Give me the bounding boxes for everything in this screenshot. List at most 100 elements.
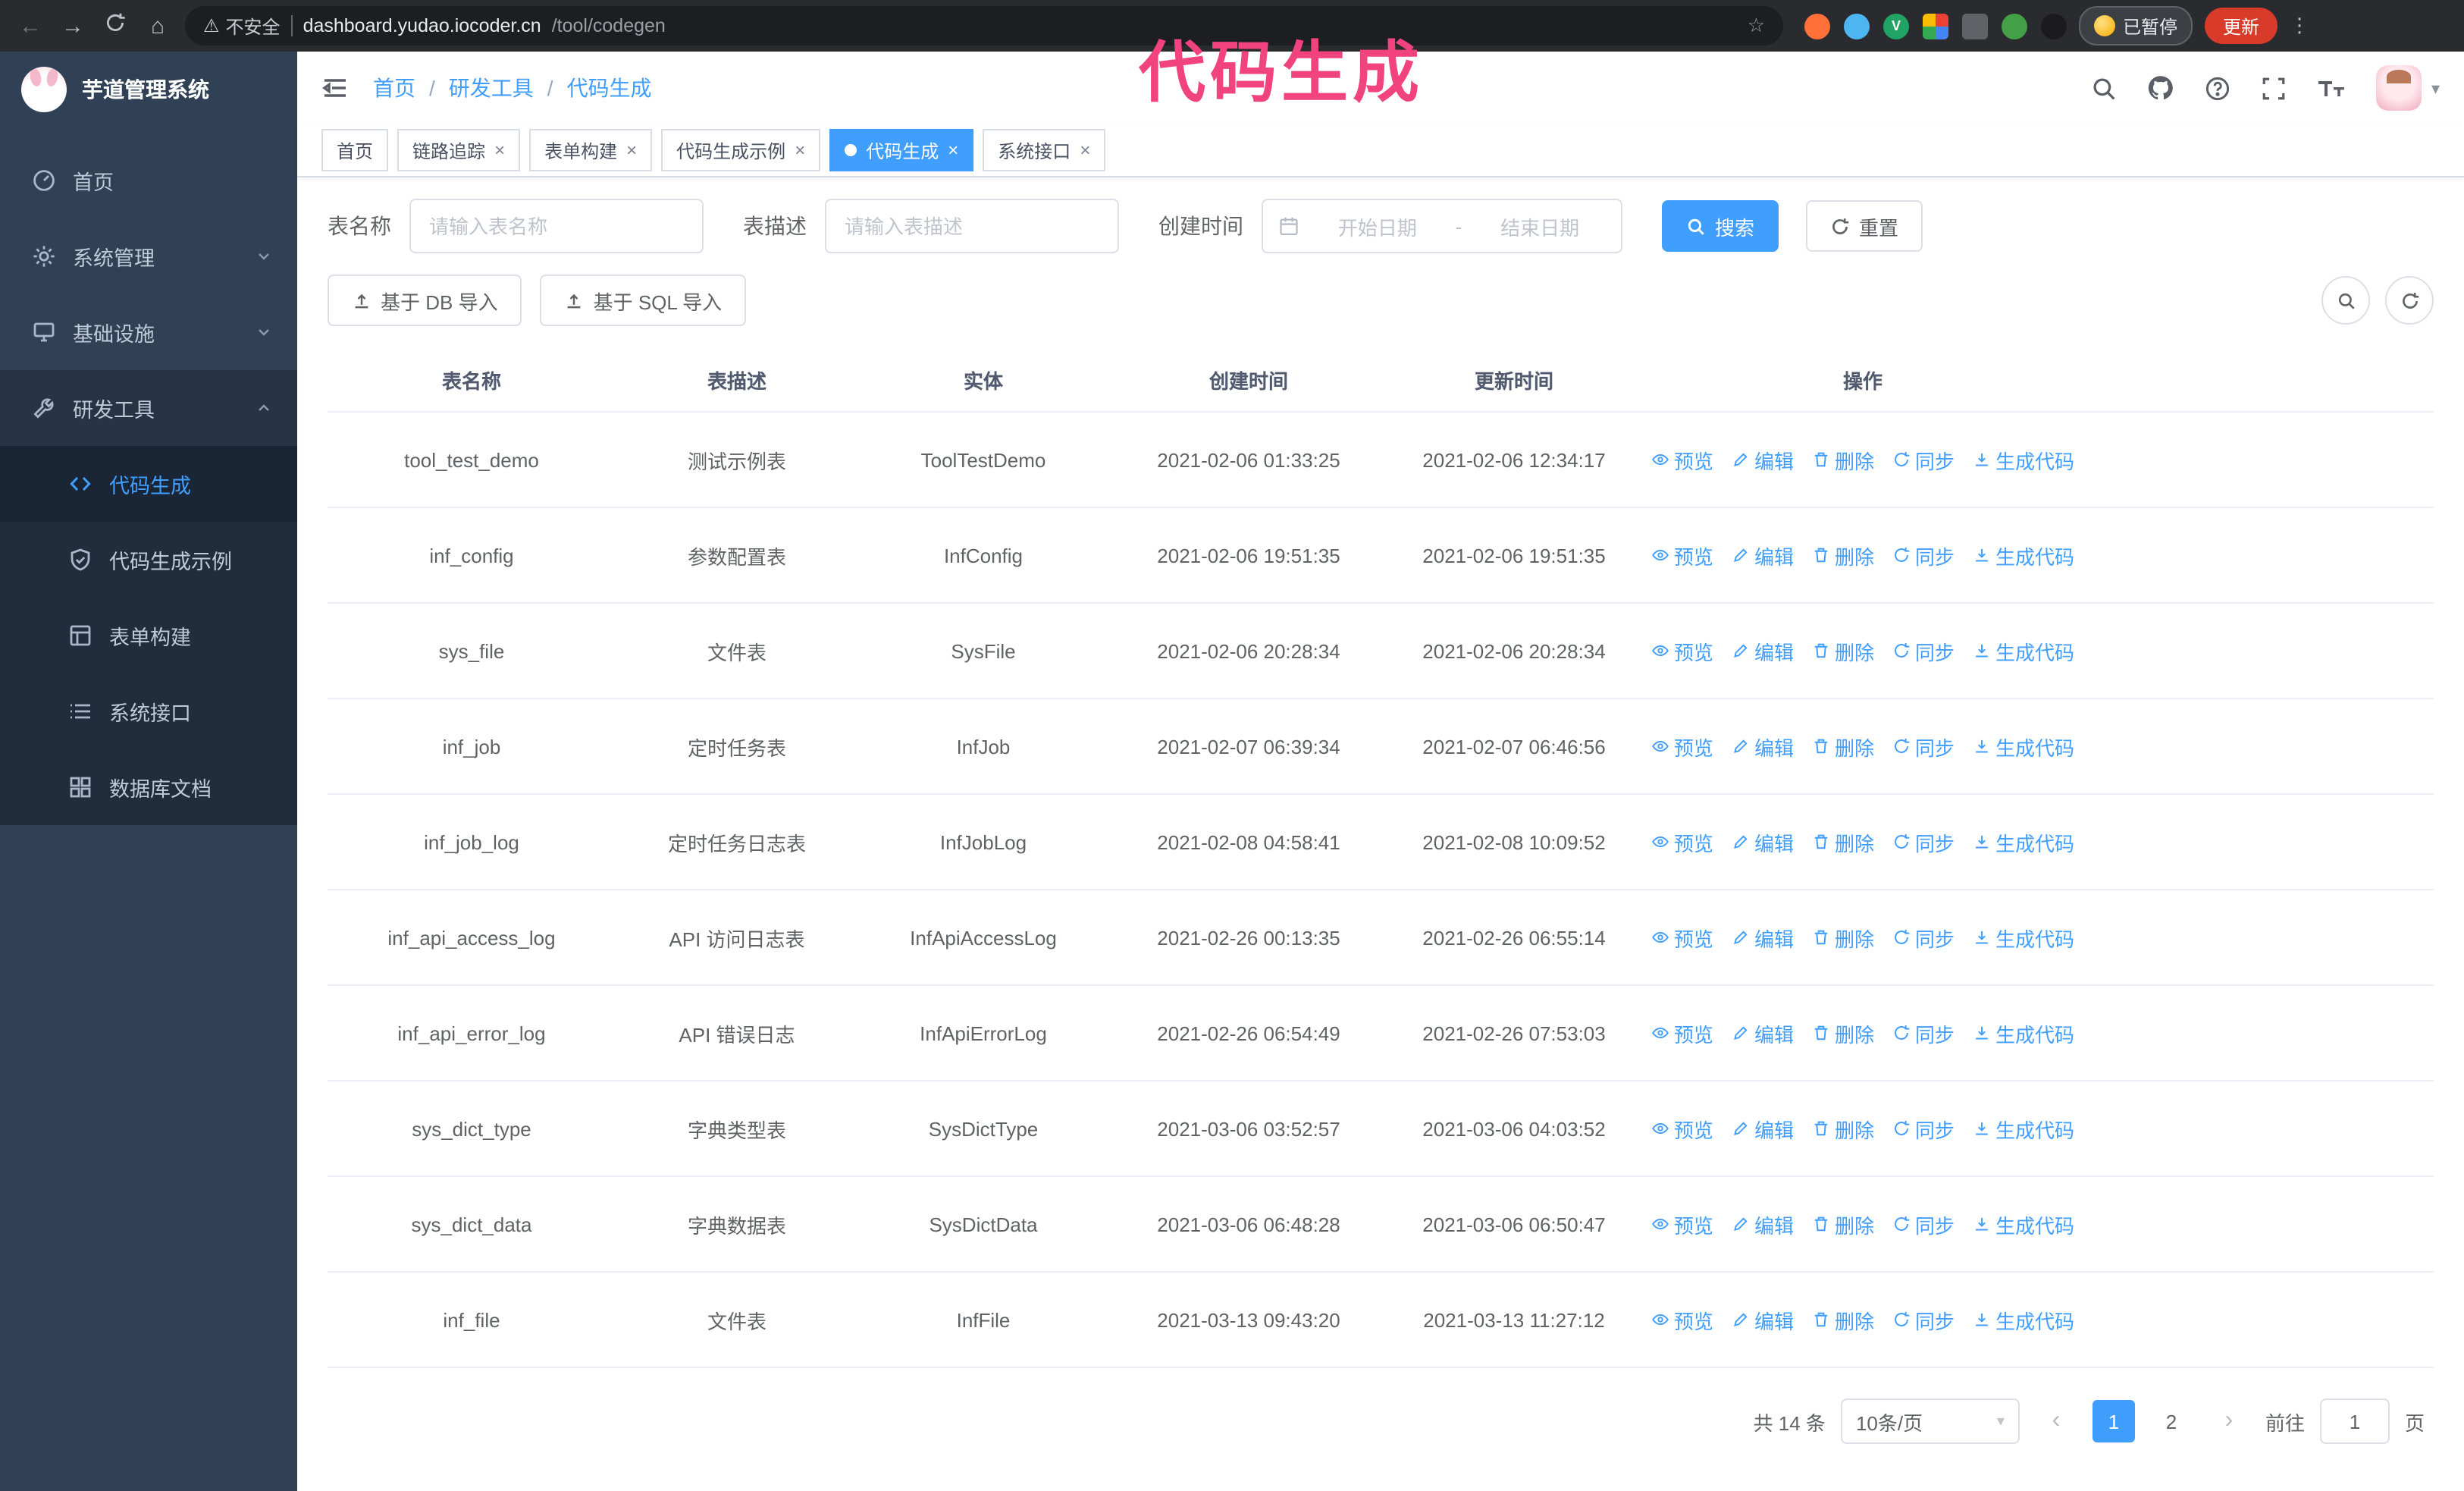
page-size-select[interactable]: 10条/页 ▾ [1840,1398,2020,1444]
delete-link[interactable]: 删除 [1812,732,1874,761]
edit-link[interactable]: 编辑 [1732,1019,1794,1047]
extension-icon[interactable] [1923,13,1948,39]
close-icon[interactable]: × [1080,141,1090,159]
help-icon[interactable] [2205,75,2231,101]
import-sql-button[interactable]: 基于 SQL 导入 [540,275,747,326]
generate-code-link[interactable]: 生成代码 [1973,827,2074,856]
tab-form-builder[interactable]: 表单构建 × [529,129,653,171]
sync-link[interactable]: 同步 [1892,636,1955,665]
import-db-button[interactable]: 基于 DB 导入 [328,275,522,326]
generate-code-link[interactable]: 生成代码 [1973,1019,2074,1047]
delete-link[interactable]: 删除 [1812,541,1874,570]
toggle-search-button[interactable] [2321,276,2370,325]
sync-link[interactable]: 同步 [1892,541,1955,570]
preview-link[interactable]: 预览 [1651,1210,1713,1238]
preview-link[interactable]: 预览 [1651,732,1713,761]
security-warning-icon[interactable]: ⚠ 不安全 [203,13,281,39]
delete-link[interactable]: 删除 [1812,1114,1874,1143]
sidebar-item-infrastructure[interactable]: 基础设施 [0,294,297,370]
create-time-range-picker[interactable]: 开始日期 - 结束日期 [1262,199,1622,253]
sync-link[interactable]: 同步 [1892,1305,1955,1334]
search-button[interactable]: 搜索 [1662,200,1779,252]
sync-link[interactable]: 同步 [1892,732,1955,761]
tab-codegen-example[interactable]: 代码生成示例 × [661,129,821,171]
edit-link[interactable]: 编辑 [1732,1210,1794,1238]
edit-link[interactable]: 编辑 [1732,923,1794,952]
edit-link[interactable]: 编辑 [1732,445,1794,474]
delete-link[interactable]: 删除 [1812,1305,1874,1334]
extension-icon[interactable] [1844,13,1870,39]
sidebar-item-codegen-example[interactable]: 代码生成示例 [0,522,297,598]
close-icon[interactable]: × [795,141,805,159]
sidebar-header[interactable]: 芋道管理系统 [0,52,297,127]
address-bar[interactable]: ⚠ 不安全 dashboard.yudao.iocoder.cn/tool/co… [185,6,1783,46]
preview-link[interactable]: 预览 [1651,541,1713,570]
sync-link[interactable]: 同步 [1892,1210,1955,1238]
profile-paused-chip[interactable]: 已暂停 [2079,6,2193,46]
generate-code-link[interactable]: 生成代码 [1973,1114,2074,1143]
sync-link[interactable]: 同步 [1892,445,1955,474]
sync-link[interactable]: 同步 [1892,923,1955,952]
sidebar-fold-icon[interactable] [321,74,349,102]
close-icon[interactable]: × [626,141,637,159]
github-icon[interactable] [2148,74,2175,102]
table-name-input[interactable] [409,199,704,253]
reset-button[interactable]: 重置 [1806,200,1923,252]
close-icon[interactable]: × [948,141,958,159]
edit-link[interactable]: 编辑 [1732,636,1794,665]
prev-page-button[interactable]: ‹ [2034,1400,2077,1442]
user-menu[interactable]: ▾ [2376,65,2440,111]
extension-icon[interactable] [2002,13,2027,39]
sidebar-item-home[interactable]: 首页 [0,143,297,218]
table-desc-input[interactable] [825,199,1119,253]
generate-code-link[interactable]: 生成代码 [1973,1210,2074,1238]
sidebar-item-system[interactable]: 系统管理 [0,218,297,294]
tab-system-api[interactable]: 系统接口 × [983,129,1106,171]
edit-link[interactable]: 编辑 [1732,732,1794,761]
preview-link[interactable]: 预览 [1651,1019,1713,1047]
breadcrumb-dev-tools[interactable]: 研发工具 [449,73,534,103]
back-icon[interactable]: ← [15,13,45,39]
edit-link[interactable]: 编辑 [1732,1114,1794,1143]
sync-link[interactable]: 同步 [1892,827,1955,856]
edit-link[interactable]: 编辑 [1732,541,1794,570]
next-page-button[interactable]: › [2207,1400,2250,1442]
browser-menu-icon[interactable]: ⋮ [2290,14,2309,38]
generate-code-link[interactable]: 生成代码 [1973,541,2074,570]
tab-codegen[interactable]: 代码生成 × [829,129,974,171]
extension-icon[interactable] [1962,13,1988,39]
home-icon[interactable]: ⌂ [143,13,173,39]
bookmark-star-icon[interactable]: ☆ [1748,14,1765,38]
preview-link[interactable]: 预览 [1651,827,1713,856]
delete-link[interactable]: 删除 [1812,445,1874,474]
forward-icon[interactable]: → [58,13,88,39]
preview-link[interactable]: 预览 [1651,923,1713,952]
preview-link[interactable]: 预览 [1651,1114,1713,1143]
sidebar-item-codegen[interactable]: 代码生成 [0,446,297,522]
font-size-icon[interactable] [2318,75,2346,101]
reload-icon[interactable] [100,12,130,39]
sync-link[interactable]: 同步 [1892,1019,1955,1047]
extension-icon[interactable] [1804,13,1830,39]
generate-code-link[interactable]: 生成代码 [1973,1305,2074,1334]
breadcrumb-home[interactable]: 首页 [373,73,415,103]
extension-icon[interactable]: V [1883,13,1909,39]
page-button-1[interactable]: 1 [2092,1400,2135,1442]
puzzle-extension-icon[interactable] [2041,13,2067,39]
delete-link[interactable]: 删除 [1812,923,1874,952]
goto-page-input[interactable] [2319,1398,2390,1444]
sync-link[interactable]: 同步 [1892,1114,1955,1143]
delete-link[interactable]: 删除 [1812,636,1874,665]
generate-code-link[interactable]: 生成代码 [1973,923,2074,952]
close-icon[interactable]: × [494,141,505,159]
generate-code-link[interactable]: 生成代码 [1973,732,2074,761]
page-button-2[interactable]: 2 [2149,1400,2193,1442]
sidebar-item-form-builder[interactable]: 表单构建 [0,598,297,673]
search-icon[interactable] [2092,75,2118,101]
delete-link[interactable]: 删除 [1812,827,1874,856]
refresh-button[interactable] [2385,276,2434,325]
preview-link[interactable]: 预览 [1651,1305,1713,1334]
generate-code-link[interactable]: 生成代码 [1973,636,2074,665]
sidebar-item-dev-tools[interactable]: 研发工具 [0,370,297,446]
tab-home[interactable]: 首页 [321,129,389,171]
